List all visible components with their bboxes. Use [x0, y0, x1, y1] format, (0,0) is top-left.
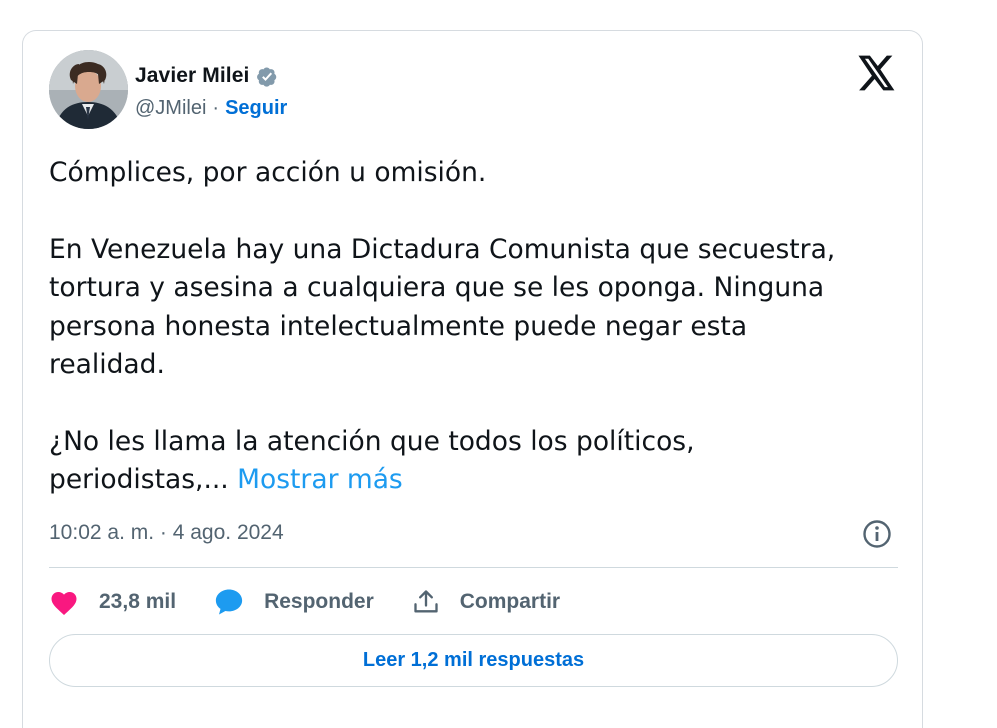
tweet-line-text: periodistas,... — [49, 464, 229, 495]
avatar[interactable] — [49, 50, 128, 129]
like-count: 23,8 mil — [99, 590, 177, 613]
tweet-paragraph: Cómplices, por acción u omisión. — [49, 157, 487, 188]
handle-row: @JMilei · Seguir — [135, 97, 287, 120]
divider — [49, 567, 898, 568]
verified-badge-icon[interactable] — [255, 64, 280, 89]
tweet-line: ¿No les llama la atención que todos los … — [49, 425, 695, 457]
tweet-line: persona honesta intelectualmente puede n… — [49, 310, 748, 342]
show-more-link[interactable]: Mostrar más — [237, 464, 403, 495]
tweet-line: En Venezuela hay una Dictadura Comunista… — [49, 233, 836, 265]
tweet-line: tortura y asesina a cualquiera que se le… — [49, 272, 825, 303]
tweet-card: Javier Milei @JMilei · Seguir Cómplices,… — [22, 30, 923, 728]
share-label: Compartir — [459, 590, 561, 613]
follow-button[interactable]: Seguir — [225, 97, 287, 120]
reply-label: Responder — [264, 590, 374, 613]
author-name[interactable]: Javier Milei — [135, 64, 249, 88]
tweet-last-line: periodistas,... Mostrar más — [49, 461, 909, 500]
avatar-portrait-image — [49, 50, 128, 129]
like-button[interactable]: 23,8 mil — [49, 588, 176, 616]
read-replies-button[interactable]: Leer 1,2 mil respuestas — [49, 634, 898, 687]
tweet-body: Cómplices, por acción u omisión. En Vene… — [49, 154, 909, 500]
info-icon[interactable] — [861, 518, 893, 550]
handle-separator: · — [212, 97, 220, 119]
action-bar: 23,8 mil Responder Compartir — [49, 584, 598, 620]
share-button[interactable]: Compartir — [412, 588, 560, 616]
x-logo-icon[interactable] — [858, 55, 896, 91]
author-name-row: Javier Milei — [135, 63, 280, 89]
author-handle[interactable]: @JMilei — [135, 97, 206, 120]
tweet-line: realidad. — [49, 349, 165, 380]
speech-bubble-icon — [215, 589, 243, 615]
tweet-timestamp[interactable]: 10:02 a. m. · 4 ago. 2024 — [49, 521, 284, 545]
read-replies-label: Leer 1,2 mil respuestas — [362, 649, 585, 671]
heart-icon — [51, 592, 77, 615]
share-icon — [414, 590, 438, 613]
reply-button[interactable]: Responder — [214, 588, 374, 616]
